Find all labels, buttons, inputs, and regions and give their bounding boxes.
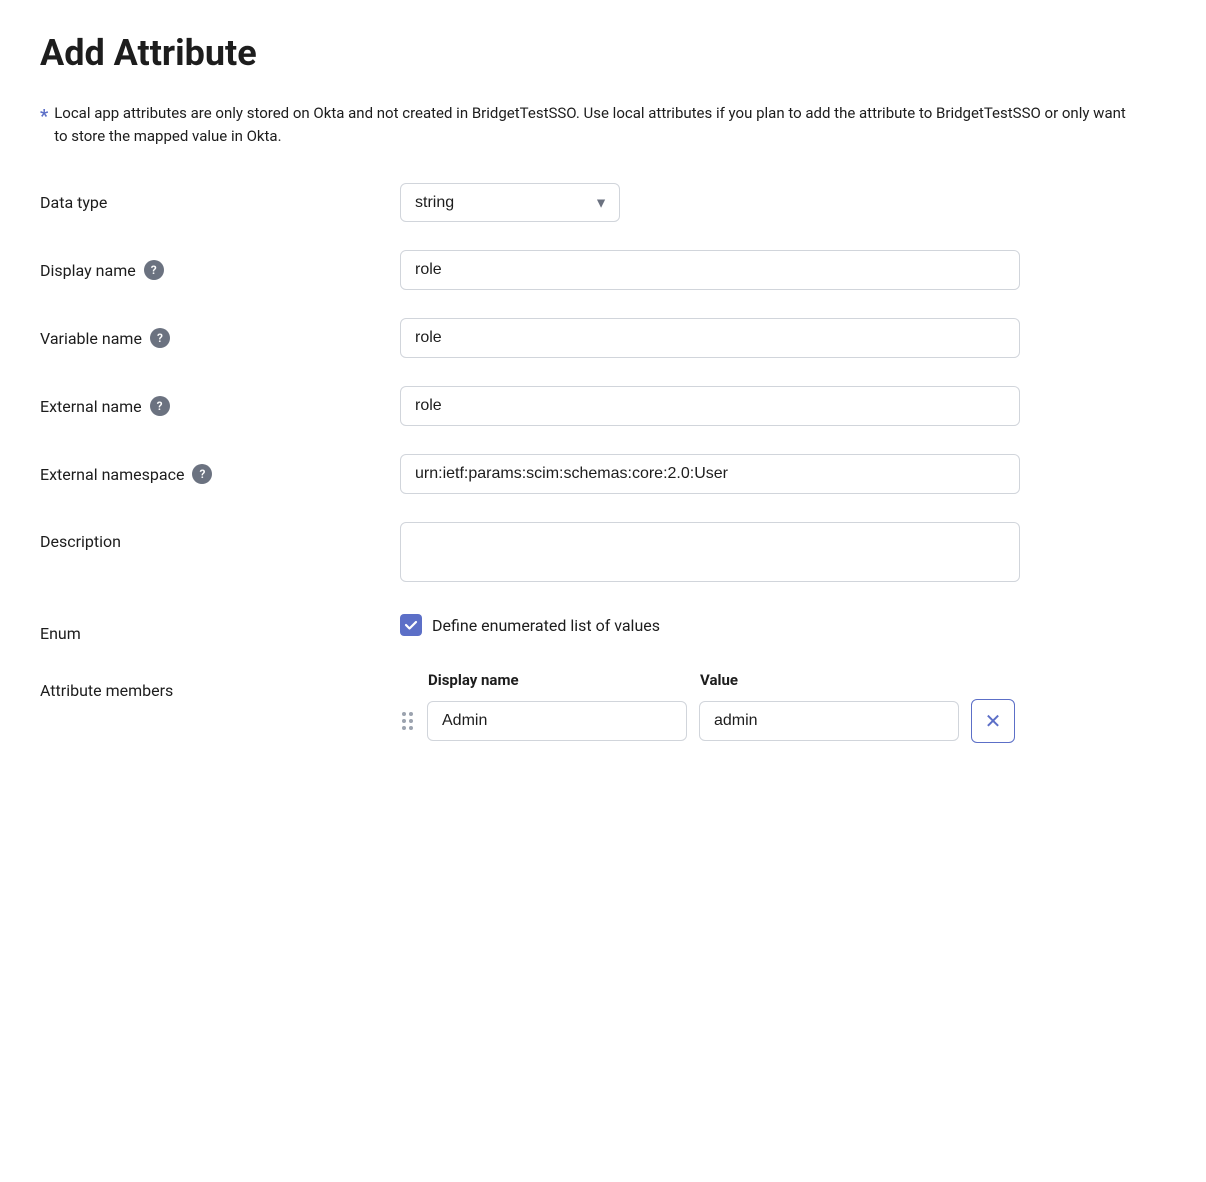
drag-dot [402,719,406,723]
data-type-label: Data type [40,183,360,212]
variable-name-help-icon[interactable]: ? [150,328,170,348]
member-display-input[interactable] [427,701,687,741]
close-icon: ✕ [985,709,1002,734]
display-name-label: Display name ? [40,250,360,280]
description-label: Description [40,522,360,551]
external-namespace-help-icon[interactable]: ? [192,464,212,484]
data-type-row: Data type string boolean integer number … [40,183,1166,222]
enum-row: Enum Define enumerated list of values [40,614,1166,643]
page-title: Add Attribute [40,32,1166,74]
description-input[interactable] [400,522,1020,582]
external-name-input[interactable] [400,386,1020,426]
drag-dot [409,712,413,716]
enum-checkbox-row: Define enumerated list of values [400,614,1020,636]
drag-dot [409,719,413,723]
asterisk-icon: * [40,103,48,130]
drag-handle-icon[interactable] [400,708,415,734]
members-header: Display name Value [400,671,1100,689]
drag-dot [409,726,413,730]
drag-dot [402,726,406,730]
members-display-name-header: Display name [428,671,688,689]
variable-name-control [400,318,1020,358]
display-name-input[interactable] [400,250,1020,290]
external-name-control [400,386,1020,426]
attribute-members-row: Attribute members Display name Value [40,671,1166,743]
info-banner: * Local app attributes are only stored o… [40,102,1140,147]
enum-label: Enum [40,614,360,643]
members-value-header: Value [700,671,960,689]
variable-name-input[interactable] [400,318,1020,358]
drag-dot [402,712,406,716]
display-name-control [400,250,1020,290]
data-type-select[interactable]: string boolean integer number array [400,183,620,222]
info-banner-text: Local app attributes are only stored on … [54,102,1140,147]
member-value-input[interactable] [699,701,959,741]
data-type-select-wrapper: string boolean integer number array ▼ [400,183,620,222]
attribute-members-control: Display name Value ✕ [400,671,1100,743]
external-name-help-icon[interactable]: ? [150,396,170,416]
display-name-help-icon[interactable]: ? [144,260,164,280]
description-row: Description [40,522,1166,586]
data-type-control: string boolean integer number array ▼ [400,183,1020,222]
variable-name-label: Variable name ? [40,318,360,348]
display-name-row: Display name ? [40,250,1166,290]
external-namespace-label: External namespace ? [40,454,360,484]
enum-control: Define enumerated list of values [400,614,1020,636]
description-control [400,522,1020,586]
external-name-row: External name ? [40,386,1166,426]
member-row: ✕ [400,699,1100,743]
enum-checkbox[interactable] [400,614,422,636]
enum-checkbox-label: Define enumerated list of values [432,616,660,635]
external-name-label: External name ? [40,386,360,416]
external-namespace-control [400,454,1020,494]
remove-member-button[interactable]: ✕ [971,699,1015,743]
variable-name-row: Variable name ? [40,318,1166,358]
external-namespace-input[interactable] [400,454,1020,494]
external-namespace-row: External namespace ? [40,454,1166,494]
attribute-members-label: Attribute members [40,671,360,700]
